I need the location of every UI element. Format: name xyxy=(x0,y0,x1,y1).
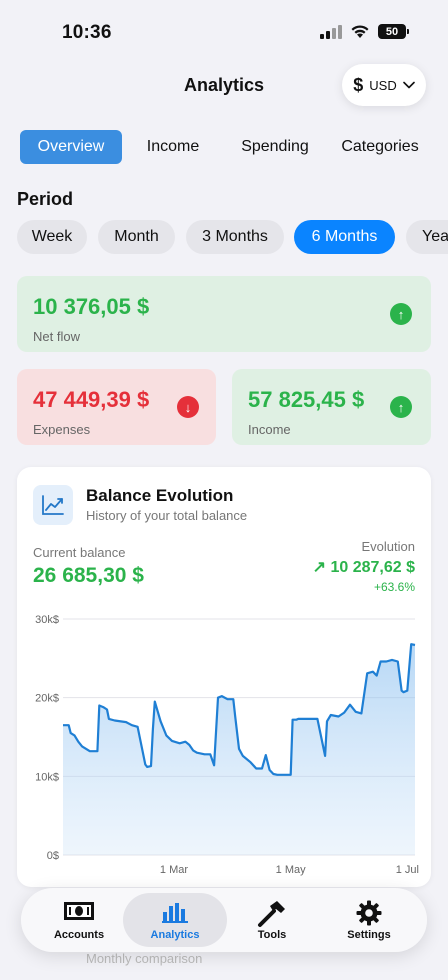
net-flow-card: 10 376,05 $ Net flow ↑ xyxy=(17,276,431,352)
tabbar-settings[interactable]: Settings xyxy=(321,888,417,952)
y-tick-label: 10k$ xyxy=(35,771,59,783)
income-card: 57 825,45 $ Income ↑ xyxy=(232,369,431,445)
tab-spending[interactable]: Spending xyxy=(226,130,324,164)
banknote-icon xyxy=(64,902,94,920)
currency-code: USD xyxy=(369,77,397,93)
tabbar-label: Analytics xyxy=(150,929,200,941)
income-label: Income xyxy=(248,422,291,437)
evolution-percent: +63.6% xyxy=(373,580,415,594)
x-tick-label: 1 May xyxy=(276,864,306,876)
gear-icon xyxy=(356,900,382,926)
y-tick-label: 30k$ xyxy=(35,614,59,626)
y-tick-label: 20k$ xyxy=(35,693,59,705)
status-icons: 50 xyxy=(320,24,409,39)
chevron-down-icon xyxy=(402,81,415,89)
current-balance-value: 26 685,30 $ xyxy=(33,564,144,587)
hammer-icon xyxy=(258,901,285,927)
tab-overview[interactable]: Overview xyxy=(20,130,122,164)
line-chart-icon xyxy=(33,485,73,525)
tabbar-label: Tools xyxy=(257,929,287,941)
bottom-tab-bar: Accounts Analytics Tools Settings xyxy=(21,888,427,952)
status-bar: 10:36 50 xyxy=(0,0,448,60)
tabbar-tools[interactable]: Tools xyxy=(224,888,320,952)
x-tick-label: 1 Jul xyxy=(396,864,419,876)
period-chip-3-months[interactable]: 3 Months xyxy=(186,220,284,254)
tab-categories[interactable]: Categories xyxy=(330,130,430,164)
arrow-up-icon: ↑ xyxy=(390,303,412,325)
chart-title: Balance Evolution xyxy=(86,486,234,505)
arrow-up-icon: ↑ xyxy=(390,396,412,418)
period-chip-6-months[interactable]: 6 Months xyxy=(294,220,395,254)
tabbar-label: Settings xyxy=(347,929,391,941)
tabbar-accounts[interactable]: Accounts xyxy=(31,888,127,952)
tabbar-label: Accounts xyxy=(53,929,105,941)
period-title: Period xyxy=(17,189,74,209)
signal-icon xyxy=(320,24,342,39)
x-tick-label: 1 Mar xyxy=(160,864,188,876)
battery-icon: 50 xyxy=(378,24,409,39)
expenses-value: 47 449,39 $ xyxy=(33,387,150,412)
tab-income[interactable]: Income xyxy=(128,130,218,164)
evolution-value: ↗ 10 287,62 $ xyxy=(312,559,415,576)
wifi-icon xyxy=(351,25,369,38)
balance-evolution-card: Balance Evolution History of your total … xyxy=(17,467,431,887)
section-tabs: Overview Income Spending Categories xyxy=(20,130,430,164)
currency-selector-button[interactable]: $ USD xyxy=(342,64,426,106)
period-chip-year[interactable]: Year xyxy=(406,220,448,254)
bar-chart-icon xyxy=(162,903,188,923)
net-flow-value: 10 376,05 $ xyxy=(33,294,150,319)
balance-chart: 30k$ 20k$ 10k$ 0$ 1 Mar 1 May 1 Jul xyxy=(35,614,419,876)
monthly-comparison-subtitle: Monthly comparison xyxy=(86,951,203,966)
period-selector: Week Month 3 Months 6 Months Year xyxy=(17,220,448,254)
y-tick-label: 0$ xyxy=(47,850,59,862)
tabbar-analytics[interactable]: Analytics xyxy=(123,893,227,947)
currency-symbol: $ xyxy=(353,74,364,95)
current-balance-label: Current balance xyxy=(33,545,126,560)
evolution-label: Evolution xyxy=(361,539,415,554)
expenses-card: 47 449,39 $ Expenses ↓ xyxy=(17,369,216,445)
arrow-down-icon: ↓ xyxy=(177,396,199,418)
period-chip-month[interactable]: Month xyxy=(98,220,175,254)
status-time: 10:36 xyxy=(62,22,112,43)
chart-subtitle: History of your total balance xyxy=(86,508,248,523)
expenses-label: Expenses xyxy=(33,422,91,437)
period-chip-week[interactable]: Week xyxy=(17,220,87,254)
net-flow-label: Net flow xyxy=(33,329,80,344)
income-value: 57 825,45 $ xyxy=(248,387,365,412)
